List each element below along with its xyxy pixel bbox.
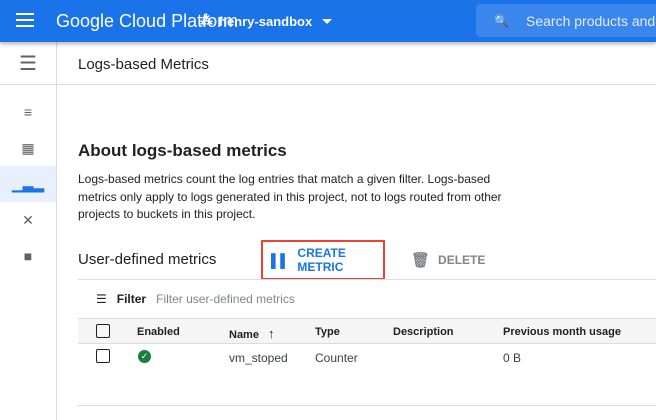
metric-type: Counter: [315, 351, 358, 365]
note-icon: ■: [23, 248, 33, 264]
search-input[interactable]: 🔍 Search products and: [476, 4, 656, 37]
row-checkbox[interactable]: [96, 349, 110, 363]
trash-icon: 🗑: [411, 252, 431, 269]
shuffle-icon: ✕: [22, 211, 34, 228]
search-placeholder: Search products and: [526, 13, 656, 29]
sort-ascending-icon: ↑: [268, 326, 275, 341]
column-enabled[interactable]: Enabled: [137, 326, 180, 338]
top-bar: Google Cloud Platform ⁂ henry-sandbox 🔍 Se…: [0, 0, 656, 42]
caret-down-icon: [322, 18, 333, 24]
filter-label: Filter: [116, 292, 147, 306]
column-description[interactable]: Description: [393, 326, 454, 338]
delete-button[interactable]: 🗑 DELETE: [411, 251, 485, 269]
metric-usage: 0 B: [503, 351, 522, 365]
divider: [78, 279, 656, 280]
filter-bar[interactable]: ☰ Filter Filter user-defined metrics: [96, 292, 295, 306]
table-row[interactable]: ✓ vm_stoped Counter 0 B: [78, 344, 656, 370]
column-usage[interactable]: Previous month usage: [503, 326, 621, 338]
column-name-label: Name: [229, 329, 259, 341]
divider: [78, 405, 656, 406]
sidebar-item-logs-storage[interactable]: ■: [0, 238, 56, 274]
delete-label: DELETE: [438, 253, 486, 267]
metric-name[interactable]: vm_stoped: [229, 351, 288, 365]
sidebar-item-logs-explorer[interactable]: ≡: [0, 94, 56, 130]
project-name: henry-sandbox: [219, 13, 313, 29]
select-all-checkbox[interactable]: [96, 324, 110, 338]
dashboard-icon: ▦: [21, 139, 35, 156]
page-title: Logs-based Metrics: [57, 42, 656, 85]
bar-chart-icon: ▁▃▂: [11, 175, 45, 192]
sidebar-item-log-router[interactable]: ✕: [0, 202, 56, 238]
filter-input[interactable]: Filter user-defined metrics: [156, 292, 295, 306]
column-name[interactable]: Name ↑: [229, 326, 275, 341]
check-circle-icon: ✓: [138, 350, 151, 363]
about-heading: About logs-based metrics: [78, 141, 287, 160]
create-metric-button[interactable]: ▌▌ CREATE METRIC: [261, 240, 385, 280]
logging-product-icon: ☰: [0, 42, 56, 85]
project-selector[interactable]: ⁂ henry-sandbox: [200, 13, 333, 29]
project-icon: ⁂: [200, 13, 213, 28]
filter-icon: ☰: [96, 292, 107, 306]
user-defined-metrics-heading: User-defined metrics: [78, 251, 217, 268]
column-type[interactable]: Type: [315, 326, 340, 338]
table-header: Enabled Name ↑ Type Description Previous…: [78, 318, 656, 344]
create-metric-label: CREATE METRIC: [297, 246, 346, 274]
bar-chart-icon: ▌▌: [271, 252, 290, 268]
hamburger-menu-icon[interactable]: [16, 13, 34, 27]
search-icon: 🔍: [494, 14, 509, 28]
about-text: Logs-based metrics count the log entries…: [78, 172, 502, 221]
sidebar-item-dashboard[interactable]: ▦: [0, 130, 56, 166]
list-icon: ≡: [23, 104, 33, 120]
sidebar-item-logs-based-metrics[interactable]: ▁▃▂: [0, 166, 56, 202]
sidebar: ☰ ≡ ▦ ▁▃▂ ✕ ■: [0, 42, 57, 420]
